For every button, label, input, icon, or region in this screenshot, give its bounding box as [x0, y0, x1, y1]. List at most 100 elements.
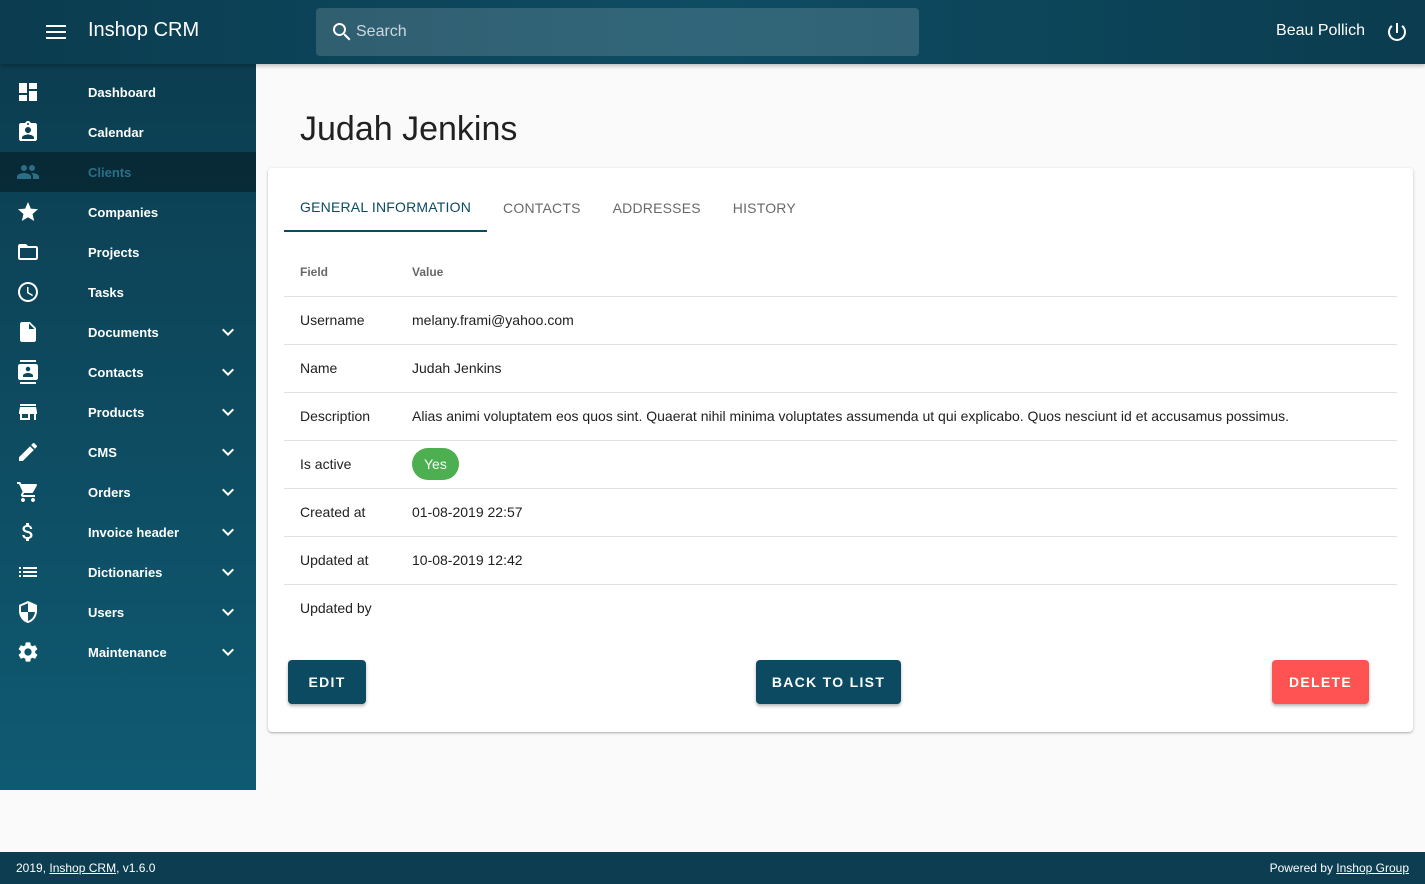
- sidebar-item-label: Maintenance: [88, 644, 167, 660]
- sidebar-item-clients[interactable]: Clients: [0, 152, 256, 192]
- sidebar-item-label: Calendar: [88, 124, 144, 140]
- table-row-created-at: Created at 01-08-2019 22:57: [284, 488, 1397, 537]
- shield-icon: [16, 600, 40, 624]
- cart-icon: [16, 480, 40, 504]
- star-icon: [16, 200, 40, 224]
- tab-general-information[interactable]: GENERAL INFORMATION: [284, 184, 488, 232]
- field-label: Username: [284, 296, 396, 345]
- sidebar-item-label: Products: [88, 404, 145, 420]
- info-table: Field Value Username melany.frami@yahoo.c…: [284, 248, 1397, 632]
- footer-version: , v1.6.0: [116, 861, 156, 875]
- field-label: Updated by: [300, 600, 372, 617]
- pencil-icon: [16, 440, 40, 464]
- top-app-bar: Inshop CRM Beau Pollich: [0, 0, 1425, 64]
- contact-icon: [16, 360, 40, 384]
- menu-icon[interactable]: [40, 20, 72, 44]
- chevron-down-icon[interactable]: [216, 320, 240, 344]
- sidebar-item-users[interactable]: Users: [0, 592, 256, 632]
- sidebar-item-orders[interactable]: Orders: [0, 472, 256, 512]
- search-input[interactable]: [356, 8, 906, 56]
- sidebar-item-label: CMS: [88, 444, 117, 460]
- field-label: Name: [284, 344, 396, 393]
- field-label: Is active: [284, 440, 396, 489]
- sidebar-item-label: Documents: [88, 324, 159, 340]
- delete-button[interactable]: DELETE: [1272, 660, 1369, 704]
- value-cell: 01-08-2019 22:57: [396, 488, 1397, 537]
- column-header-value: Value: [396, 248, 1397, 297]
- chevron-down-icon[interactable]: [216, 480, 240, 504]
- value-cell: Alias animi voluptatem eos quos sint. Qu…: [396, 392, 1397, 441]
- back-to-list-button[interactable]: BACK TO LIST: [756, 660, 901, 704]
- column-header-field: Field: [284, 248, 396, 297]
- sidebar-item-dictionaries[interactable]: Dictionaries: [0, 552, 256, 592]
- app-title[interactable]: Inshop CRM: [88, 19, 199, 42]
- footer-app-link[interactable]: Inshop CRM: [49, 861, 116, 875]
- field-value: 10-08-2019 12:42: [412, 552, 523, 568]
- table-row-is-active: Is active Yes: [284, 440, 1397, 489]
- field-label: Created at: [284, 488, 396, 537]
- tab-addresses[interactable]: ADDRESSES: [597, 184, 717, 232]
- dashboard-icon: [16, 80, 40, 104]
- footer-copyright: 2019, Inshop CRM, v1.6.0: [16, 861, 155, 875]
- active-status-chip: Yes: [412, 448, 459, 480]
- table-row-name: Name Judah Jenkins: [284, 344, 1397, 393]
- power-icon[interactable]: [1385, 20, 1409, 44]
- calendar-icon: [16, 120, 40, 144]
- value-cell: Judah Jenkins: [396, 344, 1397, 393]
- sidebar-item-documents[interactable]: Documents: [0, 312, 256, 352]
- search-icon: [330, 20, 354, 44]
- client-detail-card: GENERAL INFORMATION CONTACTS ADDRESSES H…: [268, 168, 1413, 732]
- table-row-updated-by: Updated by: [284, 584, 1397, 632]
- sidebar-item-companies[interactable]: Companies: [0, 192, 256, 232]
- value-cell: [396, 584, 1397, 632]
- sidebar-item-maintenance[interactable]: Maintenance: [0, 632, 256, 672]
- footer-company-link[interactable]: Inshop Group: [1336, 861, 1409, 875]
- tab-contacts[interactable]: CONTACTS: [487, 184, 597, 232]
- sidebar-item-label: Dashboard: [88, 84, 156, 100]
- sidebar-item-label: Companies: [88, 204, 159, 220]
- sidebar-item-label: Invoice header: [88, 524, 180, 540]
- footer: 2019, Inshop CRM, v1.6.0 Powered by Insh…: [0, 852, 1425, 884]
- sidebar-item-label: Dictionaries: [88, 564, 163, 580]
- sidebar-item-label: Tasks: [88, 284, 124, 300]
- user-name: Beau Pollich: [1276, 22, 1365, 39]
- sidebar-item-tasks[interactable]: Tasks: [0, 272, 256, 312]
- field-label: Description: [284, 392, 396, 441]
- sidebar-item-calendar[interactable]: Calendar: [0, 112, 256, 152]
- edit-button[interactable]: EDIT: [288, 660, 366, 704]
- sidebar-item-invoice-header[interactable]: Invoice header: [0, 512, 256, 552]
- list-icon: [16, 560, 40, 584]
- sidebar-item-products[interactable]: Products: [0, 392, 256, 432]
- table-row-description: Description Alias animi voluptatem eos qu…: [284, 392, 1397, 441]
- chevron-down-icon[interactable]: [216, 520, 240, 544]
- chevron-down-icon[interactable]: [216, 560, 240, 584]
- sidebar-item-label: Orders: [88, 484, 131, 500]
- value-cell: 10-08-2019 12:42: [396, 536, 1397, 585]
- clock-icon: [16, 280, 40, 304]
- value-cell: Yes: [396, 440, 1397, 489]
- sidebar-item-projects[interactable]: Projects: [0, 232, 256, 272]
- chevron-down-icon[interactable]: [216, 360, 240, 384]
- sidebar-item-cms[interactable]: CMS: [0, 432, 256, 472]
- sidebar-nav: Dashboard Calendar Clients Companies Project…: [0, 64, 256, 672]
- field-value: Alias animi voluptatem eos quos sint. Qu…: [412, 408, 1290, 424]
- table-header-row: Field Value: [284, 248, 1397, 297]
- chevron-down-icon[interactable]: [216, 600, 240, 624]
- sidebar: Dashboard Calendar Clients Companies Project…: [0, 64, 256, 790]
- search-box[interactable]: [316, 8, 919, 56]
- page-title: Judah Jenkins: [300, 110, 518, 148]
- field-value: Judah Jenkins: [412, 360, 502, 376]
- chevron-down-icon[interactable]: [216, 400, 240, 424]
- gear-icon: [16, 640, 40, 664]
- sidebar-item-contacts[interactable]: Contacts: [0, 352, 256, 392]
- sidebar-item-dashboard[interactable]: Dashboard: [0, 72, 256, 112]
- footer-powered-by: Powered by Inshop Group: [1270, 861, 1409, 875]
- chevron-down-icon[interactable]: [216, 440, 240, 464]
- footer-year: 2019,: [16, 861, 50, 875]
- sidebar-item-label: Projects: [88, 244, 140, 260]
- chevron-down-icon[interactable]: [216, 640, 240, 664]
- tab-history[interactable]: HISTORY: [717, 184, 812, 232]
- document-icon: [16, 320, 40, 344]
- store-icon: [16, 400, 40, 424]
- people-icon: [16, 160, 40, 184]
